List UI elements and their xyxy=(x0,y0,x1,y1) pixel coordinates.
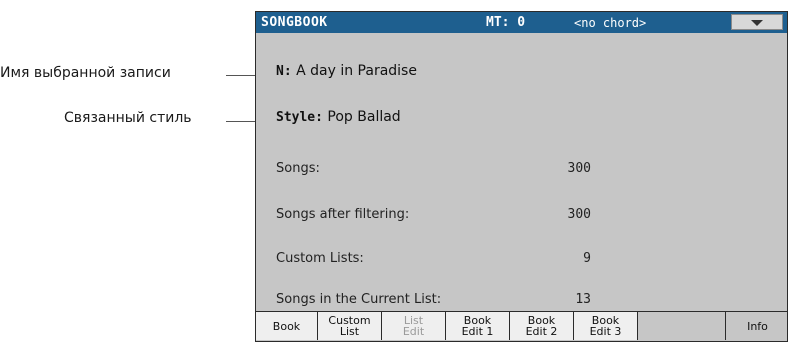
stat-value-current-list: 13 xyxy=(575,292,591,307)
stat-value-songs: 300 xyxy=(567,161,591,176)
entry-style-label: Style: xyxy=(276,110,323,125)
tab-list-edit: List Edit xyxy=(382,312,446,340)
stat-value-songs-filtered: 300 xyxy=(567,207,591,222)
tab-empty-slot xyxy=(638,312,726,340)
callout-selected-entry: Имя выбранной записи xyxy=(0,65,171,81)
songbook-screen: SONGBOOK MT: 0 <no chord> N: A day in Pa… xyxy=(255,11,788,342)
tab-info[interactable]: Info xyxy=(726,312,787,340)
tab-book-edit-3[interactable]: Book Edit 3 xyxy=(574,312,638,340)
stat-label-current-list: Songs in the Current List: xyxy=(276,292,442,307)
chord-display: <no chord> xyxy=(574,16,647,30)
stat-label-custom-lists: Custom Lists: xyxy=(276,251,364,266)
entry-style-value: Pop Ballad xyxy=(327,109,401,125)
entry-style-field: Style: Pop Ballad xyxy=(276,109,401,125)
entry-name-label: N: xyxy=(276,64,292,79)
stat-label-songs-filtered: Songs after filtering: xyxy=(276,207,410,222)
stat-value-custom-lists: 9 xyxy=(583,251,591,266)
tab-bar: Book Custom List List Edit Book Edit 1 B… xyxy=(256,311,787,341)
entry-name-field: N: A day in Paradise xyxy=(276,63,417,79)
info-panel: N: A day in Paradise Style: Pop Ballad S… xyxy=(256,33,787,312)
chevron-down-icon xyxy=(751,20,763,26)
header-bar: SONGBOOK MT: 0 <no chord> xyxy=(256,12,787,33)
tab-book-edit-1[interactable]: Book Edit 1 xyxy=(446,312,510,340)
entry-name-value: A day in Paradise xyxy=(296,63,417,79)
tab-book[interactable]: Book xyxy=(256,312,318,340)
tab-book-edit-2[interactable]: Book Edit 2 xyxy=(510,312,574,340)
page-menu-button[interactable] xyxy=(731,14,783,30)
master-transpose: MT: 0 xyxy=(486,15,526,30)
callout-linked-style: Связанный стиль xyxy=(64,110,192,126)
page-title: SONGBOOK xyxy=(261,15,328,30)
stat-label-songs: Songs: xyxy=(276,161,320,176)
tab-custom-list[interactable]: Custom List xyxy=(318,312,382,340)
